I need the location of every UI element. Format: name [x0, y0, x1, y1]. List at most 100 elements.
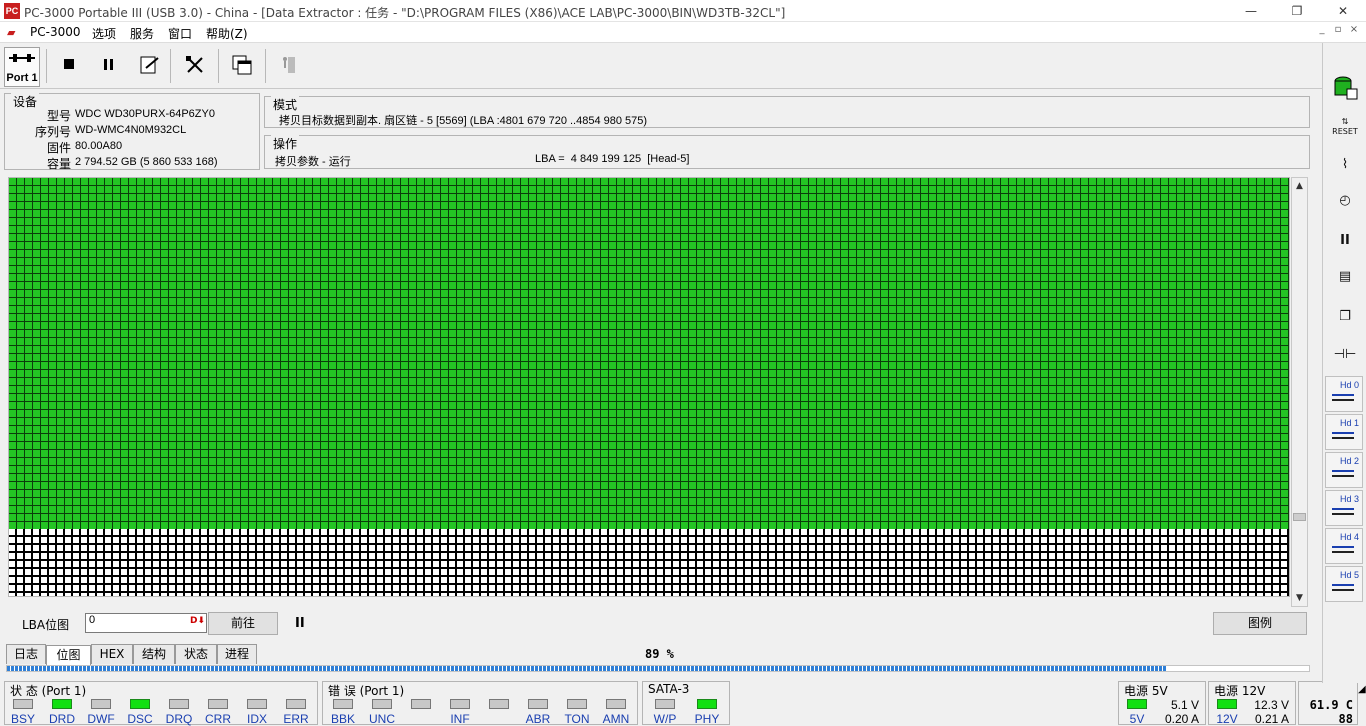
sector-copy-button[interactable]: ▤	[1330, 263, 1360, 291]
stop-button[interactable]	[52, 47, 88, 83]
head-3-button[interactable]: Hd 3	[1325, 490, 1363, 526]
error-led-panel: 错 误 (Port 1) BBK UNC INF ABR TON AMN	[322, 681, 638, 726]
close-button[interactable]: ✕	[1320, 0, 1366, 22]
sata-led-phy	[697, 699, 717, 709]
power-12v-panel: 电源 12V 12V 12.3 V 0.21 A	[1208, 681, 1296, 726]
pc3000-menu-icon[interactable]: ▰	[7, 26, 23, 39]
toolbar-separator	[218, 49, 219, 83]
capacity-value: 2 794.52 GB (5 860 533 168)	[75, 156, 218, 168]
reset-button[interactable]: ⇅ RESET	[1330, 113, 1360, 141]
error-led-label: TON	[564, 712, 590, 726]
status-led-dsc	[130, 699, 150, 709]
port1-button[interactable]: Port 1	[4, 47, 40, 87]
power-drive-icon	[1334, 76, 1358, 100]
tab-status[interactable]: 状态	[175, 644, 217, 664]
menu-help[interactable]: 帮助(Z)	[206, 25, 248, 42]
power-drive-button[interactable]	[1330, 73, 1360, 101]
status-led-label: ERR	[283, 712, 309, 726]
error-led-bbk	[333, 699, 353, 709]
mdi-minimize-button[interactable]: _	[1314, 24, 1330, 40]
status-led-label: CRR	[205, 712, 231, 726]
operation-panel: 操作 拷贝参数 - 运行 LBA = 4 849 199 125 [Head-5…	[264, 135, 1310, 169]
panel-pause-button[interactable]: II	[1330, 227, 1360, 255]
maximize-button[interactable]: ❐	[1274, 0, 1320, 22]
window-title: PC-3000 Portable III (USB 3.0) - China -…	[24, 6, 786, 20]
copy-task-button[interactable]: ❐	[1330, 303, 1360, 331]
error-led-label: INF	[450, 712, 470, 726]
status-led-dwf	[91, 699, 111, 709]
device-panel: 设备 型号 序列号 固件 容量 WDC WD30PURX-64P6ZY0 WD-…	[4, 93, 260, 171]
status-led-label: DRQ	[165, 712, 193, 726]
copy-windows-button[interactable]	[224, 47, 260, 83]
model-value: WDC WD30PURX-64P6ZY0	[75, 108, 215, 120]
bitmap-pending-region	[9, 529, 1289, 596]
menu-pc3000[interactable]: PC-3000	[30, 25, 80, 39]
error-led-abr	[528, 699, 548, 709]
power-5v-label: 5V	[1129, 712, 1145, 726]
power-12v-label: 12V	[1216, 712, 1238, 726]
tab-hex[interactable]: HEX	[91, 644, 133, 664]
head-0-button[interactable]: Hd 0	[1325, 376, 1363, 412]
head-connector-icon	[1332, 508, 1354, 515]
connector-button[interactable]: ⊣⊢	[1330, 341, 1360, 369]
head-connector-icon	[1332, 432, 1354, 439]
model-label: 型号	[46, 109, 71, 123]
scrollbar-thumb[interactable]	[1293, 513, 1306, 521]
head-5-button[interactable]: Hd 5	[1325, 566, 1363, 602]
bitmap-scrollbar[interactable]: ▲ ▼	[1291, 177, 1308, 607]
mdi-restore-button[interactable]: ▫	[1330, 24, 1346, 40]
status-led-label: DWF	[87, 712, 115, 726]
mdi-close-button[interactable]: ×	[1346, 24, 1362, 40]
port-connector-icon	[9, 54, 35, 62]
menu-window[interactable]: 窗口	[168, 25, 192, 42]
power-12v-title: 电源 12V	[1214, 684, 1266, 698]
head-4-button[interactable]: Hd 4	[1325, 528, 1363, 564]
power-5v-current: 0.20 A	[1164, 712, 1199, 726]
menu-options[interactable]: 选项	[92, 25, 116, 42]
speed-gauge-button[interactable]: ◴	[1330, 187, 1360, 215]
head-1-button[interactable]: Hd 1	[1325, 414, 1363, 450]
status-led-label: DRD	[49, 712, 75, 726]
lba-dropdown-icon[interactable]: D⬇	[190, 616, 205, 626]
operation-status: 拷贝参数 - 运行	[275, 156, 351, 168]
tab-bitmap[interactable]: 位图	[46, 645, 91, 666]
sata-led-wp	[655, 699, 675, 709]
stop-icon	[64, 59, 74, 69]
exit-button[interactable]	[270, 47, 306, 83]
pause-button[interactable]	[91, 47, 127, 83]
resize-grip-icon[interactable]: ◢	[1358, 684, 1366, 695]
menu-service[interactable]: 服务	[130, 25, 154, 42]
app-logo-icon: PC	[4, 3, 20, 19]
tab-process[interactable]: 进程	[217, 644, 257, 664]
scroll-down-arrow-icon[interactable]: ▼	[1292, 590, 1307, 606]
error-panel-title: 错 误 (Port 1)	[328, 684, 405, 698]
tab-structure[interactable]: 结构	[133, 644, 175, 664]
legend-button[interactable]: 图例	[1213, 612, 1307, 635]
serial-value: WD-WMC4N0M932CL	[75, 124, 187, 136]
lba-bitmap-grid[interactable]	[8, 177, 1290, 597]
head-connector-icon	[1332, 394, 1354, 401]
power-12v-current: 0.21 A	[1254, 712, 1289, 726]
temperature-value: 61.9 C	[1309, 698, 1353, 712]
error-led-blank-2	[411, 699, 431, 709]
head-2-button[interactable]: Hd 2	[1325, 452, 1363, 488]
bitmap-pause-button[interactable]: II	[295, 616, 305, 631]
tab-log[interactable]: 日志	[6, 644, 46, 664]
progress-bar	[6, 665, 1310, 672]
head-button-label: Hd 2	[1339, 456, 1359, 466]
reset-signal-button[interactable]: ⌇	[1330, 151, 1360, 179]
power-5v-panel: 电源 5V 5V 5.1 V 0.20 A	[1118, 681, 1206, 726]
sata-panel-title: SATA-3	[648, 682, 690, 696]
status-led-err	[286, 699, 306, 709]
error-led-blank-4	[489, 699, 509, 709]
scroll-up-arrow-icon[interactable]: ▲	[1292, 178, 1307, 194]
toolbar-separator	[265, 49, 266, 83]
goto-button[interactable]: 前往	[208, 612, 278, 635]
minimize-button[interactable]: —	[1228, 0, 1274, 22]
error-led-amn	[606, 699, 626, 709]
head-button-label: Hd 4	[1339, 532, 1359, 542]
lba-input[interactable]: 0	[85, 613, 207, 633]
error-led-inf	[450, 699, 470, 709]
edit-document-button[interactable]	[131, 47, 167, 83]
tools-button[interactable]	[177, 47, 213, 83]
